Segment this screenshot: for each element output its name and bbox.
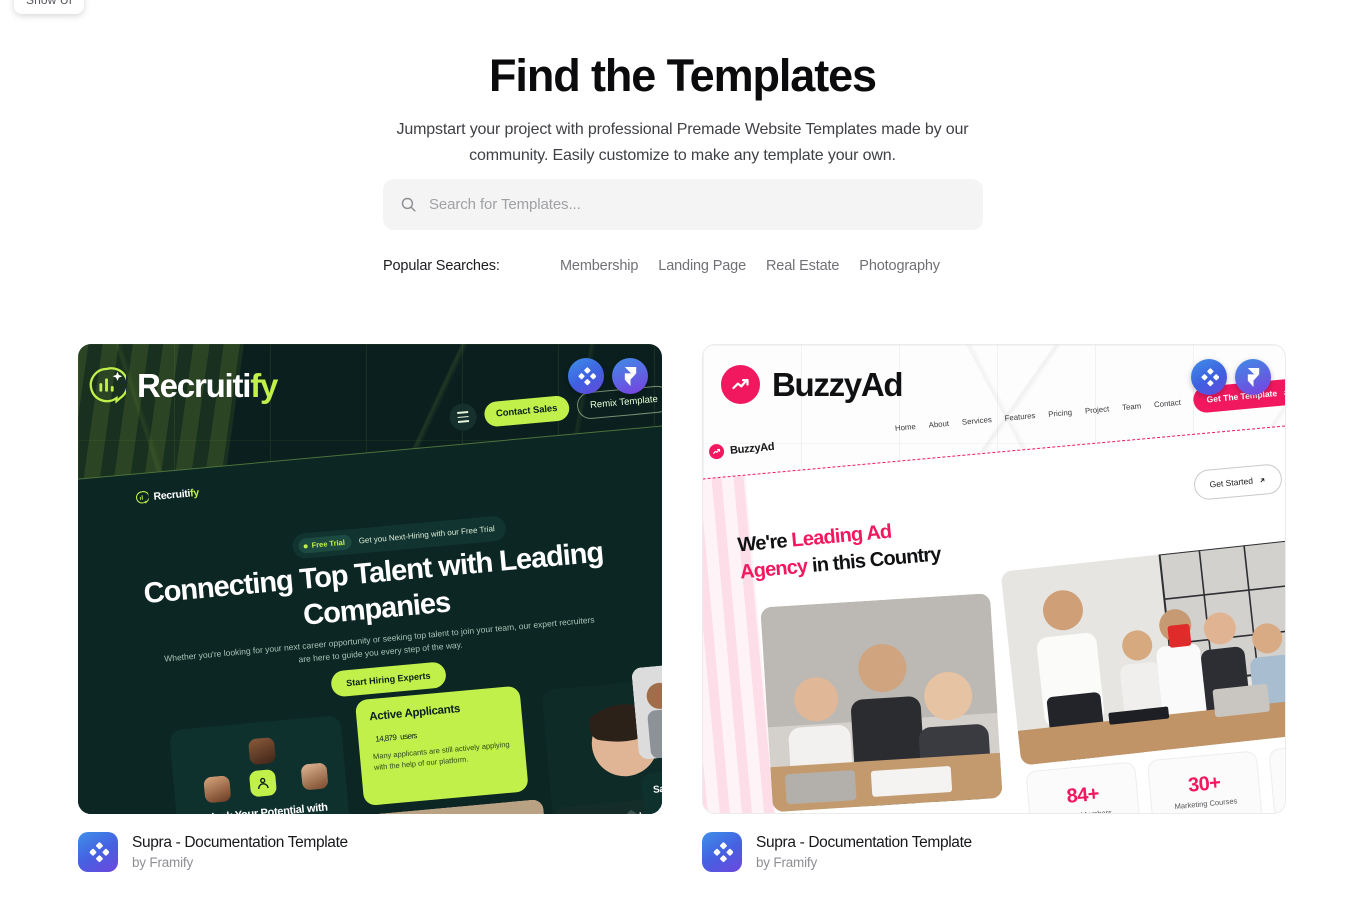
stat-value: 84+ — [1065, 782, 1100, 808]
buzzyad-wordmark: BuzzyAd — [772, 366, 904, 403]
hero-section: Find the Templates Jumpstart your projec… — [0, 0, 1365, 169]
preview-page-body: Recruitify Free Trial Get you Next-Hirin… — [78, 421, 662, 814]
show-ui-label: Show UI — [25, 0, 73, 7]
framer-logo-icon[interactable] — [612, 358, 648, 394]
stat-unit: users — [399, 731, 418, 742]
network-diagram — [184, 732, 333, 807]
brand-text: Recruiti — [137, 366, 251, 404]
nav-item-team[interactable]: Team — [1122, 401, 1142, 412]
stat-card: 14+ Global Clients — [1268, 739, 1285, 813]
recruitify-small-logo-icon — [136, 491, 150, 504]
preview-page-body: BuzzyAd Get Started We're Leading Ad Age… — [703, 421, 1285, 813]
inner-brand-text: BuzzyAd — [729, 440, 775, 457]
template-title[interactable]: Supra - Documentation Template — [756, 834, 972, 852]
headline-part-1: We're — [736, 529, 793, 557]
template-preview-buzzyad[interactable]: BuzzyAd Home About Services Features Pri… — [702, 344, 1286, 814]
page-title: Find the Templates — [489, 50, 877, 101]
avatar — [203, 775, 232, 804]
popular-searches: Popular Searches: Membership Landing Pag… — [383, 254, 983, 278]
framer-logo-icon[interactable] — [1235, 359, 1271, 395]
preview-brand-recruitify: Recruitify — [88, 366, 278, 404]
get-started-button[interactable]: Get Started — [1192, 463, 1284, 501]
recruitify-logo-icon — [89, 367, 126, 404]
nav-item-home[interactable]: Home — [895, 421, 917, 432]
avatar — [300, 762, 329, 791]
stat-value: 14,879 — [375, 732, 397, 744]
nav-item-pricing[interactable]: Pricing — [1048, 407, 1073, 418]
search-bar[interactable] — [383, 179, 983, 230]
page-subtitle: Jumpstart your project with professional… — [396, 121, 969, 164]
template-author[interactable]: by Framify — [756, 855, 972, 870]
brand-accent: fy — [250, 366, 278, 404]
stat-card-active-applicants: Active Applicants 14,879 users Many appli… — [354, 685, 529, 807]
nav-item-contact[interactable]: Contact — [1154, 397, 1182, 408]
preview-inner-brand: BuzzyAd — [708, 439, 775, 460]
free-trial-tag: Free Trial — [297, 534, 353, 554]
stat-label: Marketing Courses — [1174, 795, 1238, 811]
nav-item-about[interactable]: About — [928, 418, 949, 429]
stat-value: 15,290 — [657, 804, 662, 814]
stat-title: Satisfied Customers — [652, 777, 662, 796]
global-reach-title: Global Reach — [586, 811, 645, 814]
popular-searches-tags: Membership Landing Page Real Estate Phot… — [560, 258, 940, 274]
template-badges — [568, 358, 648, 394]
avatar — [247, 736, 277, 766]
preview-page-buzzyad: Home About Services Features Pricing Pro… — [703, 372, 1285, 813]
nav-item-services[interactable]: Services — [961, 415, 992, 427]
preview-photo-celebration — [1000, 536, 1285, 766]
free-trial-label: Free Trial — [311, 537, 346, 550]
popular-tag-landing-page[interactable]: Landing Page — [658, 258, 746, 274]
network-hub-icon — [248, 769, 278, 798]
template-card-footer[interactable]: Supra - Documentation Template by Framif… — [78, 832, 662, 872]
popular-searches-label: Popular Searches: — [383, 258, 500, 274]
template-title[interactable]: Supra - Documentation Template — [132, 834, 348, 852]
menu-icon[interactable] — [447, 402, 478, 432]
supra-logo-icon — [702, 832, 742, 872]
nav-item-project[interactable]: Project — [1085, 404, 1110, 415]
search-icon — [401, 197, 416, 212]
preview-page-recruitify: Contact Sales Remix Template Recruitify … — [78, 376, 662, 814]
template-grid: Recruitify Contact Sales Remix Template — [78, 344, 1287, 872]
template-badges — [1191, 359, 1271, 395]
popular-tag-photography[interactable]: Photography — [859, 258, 940, 274]
template-card[interactable]: Recruitify Contact Sales Remix Template — [78, 344, 662, 872]
template-card[interactable]: BuzzyAd Home About Services Features Pri… — [702, 344, 1286, 872]
stat-value: 30+ — [1187, 771, 1222, 797]
template-author[interactable]: by Framify — [132, 855, 348, 870]
popular-tag-real-estate[interactable]: Real Estate — [766, 258, 839, 274]
feature-card-talent: Unlock Your Potential with Top Talent So… — [168, 714, 358, 814]
inner-brand-accent: fy — [189, 486, 200, 500]
stat-label: Expert Members — [1057, 807, 1113, 813]
preview-inner-brand: Recruitify — [135, 486, 199, 505]
contact-sales-button[interactable]: Contact Sales — [482, 394, 571, 428]
popular-tag-membership[interactable]: Membership — [560, 258, 638, 274]
inner-brand-text: Recruiti — [152, 487, 191, 503]
get-started-label: Get Started — [1209, 475, 1254, 490]
supra-logo-icon — [78, 832, 118, 872]
template-card-footer[interactable]: Supra - Documentation Template by Framif… — [702, 832, 1286, 872]
nav-item-features[interactable]: Features — [1004, 411, 1035, 423]
search-input[interactable] — [429, 196, 966, 213]
headline-accent-1: Leading Ad — [790, 520, 893, 552]
preview-photo-meeting — [760, 593, 1003, 813]
stat-card: 84+ Expert Members — [1025, 761, 1142, 813]
announcement-text: Get you Next-Hiring with our Free Trial — [358, 524, 496, 546]
stat-card: 30+ Marketing Courses — [1146, 750, 1263, 813]
preview-brand-buzzyad: BuzzyAd — [721, 365, 904, 404]
arrow-up-right-icon — [1260, 477, 1265, 482]
arrow-up-right-icon — [1283, 390, 1285, 395]
status-dot-icon — [303, 543, 308, 549]
buzzyad-small-logo-icon — [708, 443, 725, 460]
supra-logo-icon[interactable] — [1191, 359, 1227, 395]
supra-logo-icon[interactable] — [568, 358, 604, 394]
headline-accent-2: Agency — [739, 555, 809, 584]
buzzyad-logo-icon — [721, 365, 760, 404]
start-hiring-button[interactable]: Start Hiring Experts — [330, 661, 447, 698]
recruitify-wordmark: Recruitify — [137, 366, 278, 404]
show-ui-button[interactable]: Show UI — [14, 0, 84, 14]
template-preview-recruitify[interactable]: Recruitify Contact Sales Remix Template — [78, 344, 662, 814]
